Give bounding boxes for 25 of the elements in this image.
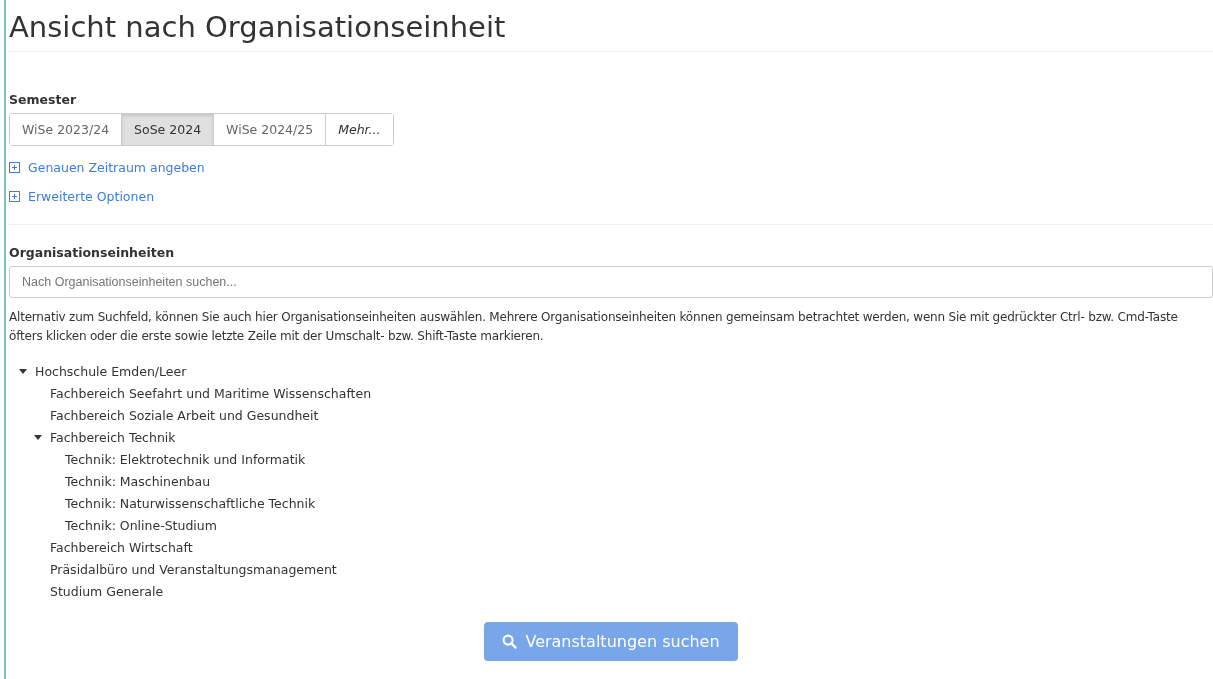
tree-item[interactable]: Fachbereich Wirtschaft: [50, 539, 193, 555]
tree-item[interactable]: Technik: Maschinenbau: [65, 473, 211, 489]
caret-icon[interactable]: [34, 434, 42, 440]
toggle-link[interactable]: Genauen Zeitraum angeben: [28, 160, 205, 175]
section-label: Organisationseinheiten: [9, 245, 176, 260]
page-title: Ansicht nach Organisationseinheit: [9, 0, 1213, 52]
tree-item[interactable]: Studium Generale: [50, 583, 164, 599]
tree-item[interactable]: Technik: Elektrotechnik und Informatik: [65, 451, 306, 467]
search-icon: [502, 634, 518, 649]
tree-item[interactable]: Technik: Naturwissenschaftliche Technik: [65, 495, 316, 511]
toggle-link[interactable]: Erweiterte Optionen: [28, 189, 155, 204]
tree-item[interactable]: Fachbereich Seefahrt und Maritime Wissenschaften: [50, 385, 372, 401]
tree-item[interactable]: Hochschule Emden/Leer: [35, 363, 187, 379]
help-text: Alternativ zum Suchfeld, können Sie auch hier Organisationseinheiten auswählen. Mehrere Organisationseinheiten können gemeinsam betrachtet werden, wenn Sie mit gedrückter Ctrl- bzw. Cmd-Taste öfters klicken oder die erste sowie letzte Zeile mit der Umschalt- bzw. Shift-Taste markieren.: [9, 309, 1179, 345]
tree-item[interactable]: Technik: Online-Studium: [65, 517, 217, 533]
plus-box-icon[interactable]: [9, 162, 20, 173]
tree-item[interactable]: Präsidalbüro und Veranstaltungsmanagement: [50, 561, 337, 577]
semester-option[interactable]: WiSe 2023/24: [10, 114, 123, 145]
plus-box-icon[interactable]: [9, 191, 20, 202]
search-field[interactable]: Nach Organisationseinheiten suchen...: [9, 266, 1213, 298]
caret-icon[interactable]: [19, 368, 27, 374]
tree-item[interactable]: Fachbereich Technik: [50, 429, 176, 445]
section-label: Semester: [9, 92, 78, 107]
tree-item[interactable]: Fachbereich Soziale Arbeit und Gesundheit: [50, 407, 319, 423]
semester-option[interactable]: SoSe 2024: [122, 114, 215, 145]
